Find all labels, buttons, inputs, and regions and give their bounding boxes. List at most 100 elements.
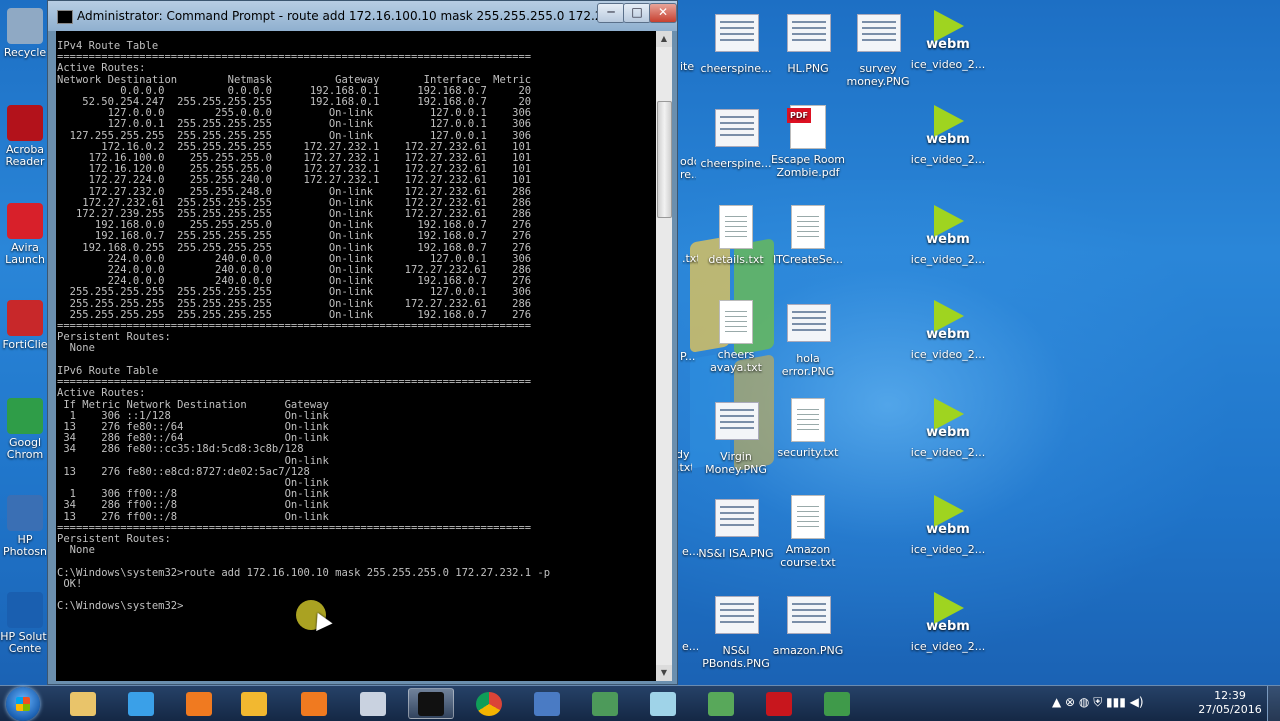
- webm-logo-text: webm: [926, 132, 970, 147]
- webm-logo-text: webm: [926, 619, 970, 634]
- image-file-icon: [715, 14, 759, 58]
- desktop-shortcut-label: Avira Launch: [5, 241, 45, 266]
- console-output[interactable]: IPv4 Route Table =======================…: [56, 31, 656, 681]
- image-file-icon: [715, 109, 759, 153]
- taskbar-button-lock-app[interactable]: [350, 688, 396, 719]
- text-file-icon: [715, 300, 757, 344]
- window-titlebar[interactable]: Administrator: Command Prompt - route ad…: [48, 1, 677, 31]
- desktop-file-thumb[interactable]: NS&I ISA.PNG: [698, 495, 774, 560]
- desktop-shortcut-label: FortiClie: [2, 338, 48, 351]
- desktop-file-doc[interactable]: details.txt: [698, 205, 774, 266]
- taskbar-button-recycle-app[interactable]: [698, 688, 744, 719]
- image-file-icon: [715, 402, 759, 446]
- orange-app-icon: [186, 691, 212, 716]
- desktop-shortcut[interactable]: HP Photosn: [0, 495, 50, 558]
- taskbar-button-internet-explorer[interactable]: [118, 688, 164, 719]
- taskbar-button-explorer[interactable]: [60, 688, 106, 719]
- command-prompt-window[interactable]: Administrator: Command Prompt - route ad…: [47, 0, 678, 685]
- desktop-file-doc[interactable]: cheers avaya.txt: [698, 300, 774, 374]
- desktop-file-webm[interactable]: webm ice_video_2...: [910, 105, 986, 166]
- desktop-file-webm[interactable]: webm ice_video_2...: [910, 10, 986, 71]
- webm-video-icon: webm: [918, 105, 978, 151]
- desktop-shortcut[interactable]: Avira Launch: [0, 203, 50, 266]
- partially-hidden-label: dy .txt: [676, 448, 692, 474]
- desktop-file-webm[interactable]: webm ice_video_2...: [910, 300, 986, 361]
- scrollbar-thumb[interactable]: [657, 101, 672, 218]
- clock-date: 27/05/2016: [1198, 703, 1262, 716]
- desktop-shortcut[interactable]: FortiClie: [0, 300, 50, 351]
- webm-video-icon: webm: [918, 592, 978, 638]
- taskbar-button-outlook[interactable]: [231, 688, 277, 719]
- desktop-shortcut[interactable]: Recycle: [0, 8, 50, 59]
- console-text: IPv4 Route Table =======================…: [57, 40, 551, 613]
- partially-hidden-label: P...: [680, 350, 696, 363]
- pdf-file-icon: PDF: [787, 105, 829, 149]
- maximize-button[interactable]: □: [623, 3, 651, 23]
- desktop-file-thumb[interactable]: NS&I PBonds.PNG: [698, 592, 774, 670]
- desktop-shortcut[interactable]: HP Soluti Cente: [0, 592, 50, 655]
- taskbar-button-network-app[interactable]: [524, 688, 570, 719]
- close-button[interactable]: ✕: [649, 3, 677, 23]
- taskbar-button-chrome[interactable]: [466, 688, 512, 719]
- scroll-up-arrow-icon[interactable]: ▲: [656, 31, 672, 47]
- desktop-file-thumb[interactable]: hola error.PNG: [770, 300, 846, 378]
- acrobat-app-icon: [766, 691, 792, 716]
- desktop-file-thumb[interactable]: cheerspine...: [698, 10, 774, 75]
- image-file-icon: [787, 304, 831, 348]
- taskbar-button-camera-app[interactable]: [291, 688, 337, 719]
- desktop-file-thumb[interactable]: survey money.PNG: [840, 10, 916, 88]
- desktop-file-thumb[interactable]: amazon.PNG: [770, 592, 846, 657]
- image-file-icon: [787, 14, 831, 58]
- recycle-bin-icon: [7, 8, 43, 44]
- n-app-icon: [592, 691, 618, 716]
- desktop-file-webm[interactable]: webm ice_video_2...: [910, 495, 986, 556]
- desktop-file-doc[interactable]: ITCreateSe...: [770, 205, 846, 266]
- taskbar-button-orange-app[interactable]: [176, 688, 222, 719]
- vertical-scrollbar[interactable]: ▲ ▼: [656, 31, 672, 681]
- desktop-file-thumb[interactable]: Virgin Money.PNG: [698, 398, 774, 476]
- explorer-icon: [70, 691, 96, 716]
- desktop-file-webm[interactable]: webm ice_video_2...: [910, 398, 986, 459]
- clock-time: 12:39: [1214, 689, 1246, 702]
- scroll-down-arrow-icon[interactable]: ▼: [656, 665, 672, 681]
- taskbar-button-crystal-app[interactable]: [640, 688, 686, 719]
- webm-video-icon: webm: [918, 205, 978, 251]
- desktop-file-doc[interactable]: security.txt: [770, 398, 846, 459]
- partially-hidden-label: e...: [682, 545, 698, 558]
- taskbar-button-acrobat-app[interactable]: [756, 688, 802, 719]
- desktop-file-pdf[interactable]: PDF Escape Room Zombie.pdf: [770, 105, 846, 179]
- desktop-shortcut[interactable]: Googl Chrom: [0, 398, 50, 461]
- webm-logo-text: webm: [926, 327, 970, 342]
- image-file-icon: [715, 596, 759, 640]
- image-file-icon: [715, 499, 759, 543]
- desktop-file-thumb[interactable]: cheerspine...: [698, 105, 774, 170]
- minimize-button[interactable]: ─: [597, 3, 625, 23]
- desktop-shortcut-label: Googl Chrom: [6, 436, 44, 461]
- network-app-icon: [534, 691, 560, 716]
- desktop-file-label: amazon.PNG: [772, 644, 844, 657]
- desktop-file-webm[interactable]: webm ice_video_2...: [910, 592, 986, 653]
- system-tray[interactable]: ▲ ⊗ ◍ ⛨ ▮▮▮ ◀): [1052, 695, 1144, 710]
- taskbar-button-chart-app[interactable]: [814, 688, 860, 719]
- taskbar-button-command-prompt[interactable]: [408, 688, 454, 719]
- partially-hidden-label: ite: [680, 60, 695, 73]
- webm-logo-text: webm: [926, 37, 970, 52]
- chart-app-icon: [824, 691, 850, 716]
- desktop-file-webm[interactable]: webm ice_video_2...: [910, 205, 986, 266]
- chrome-icon: [476, 691, 502, 716]
- taskbar-button-n-app[interactable]: [582, 688, 628, 719]
- start-button[interactable]: [6, 687, 40, 721]
- hp-solution-center-icon: [7, 592, 43, 628]
- desktop-file-doc[interactable]: Amazon course.txt: [770, 495, 846, 569]
- webm-logo-text: webm: [926, 425, 970, 440]
- chrome-icon: [7, 398, 43, 434]
- hp-photosmart-icon: [7, 495, 43, 531]
- desktop-file-label: details.txt: [708, 253, 764, 266]
- desktop-shortcut[interactable]: Acroba Reader: [0, 105, 50, 168]
- desktop-file-label: ice_video_2...: [910, 543, 986, 556]
- text-file-icon: [787, 495, 829, 539]
- desktop-file-label: ITCreateSe...: [772, 253, 844, 266]
- desktop-file-thumb[interactable]: HL.PNG: [770, 10, 846, 75]
- clock[interactable]: 12:39 27/05/2016: [1190, 689, 1270, 717]
- show-desktop-button[interactable]: [1267, 686, 1280, 721]
